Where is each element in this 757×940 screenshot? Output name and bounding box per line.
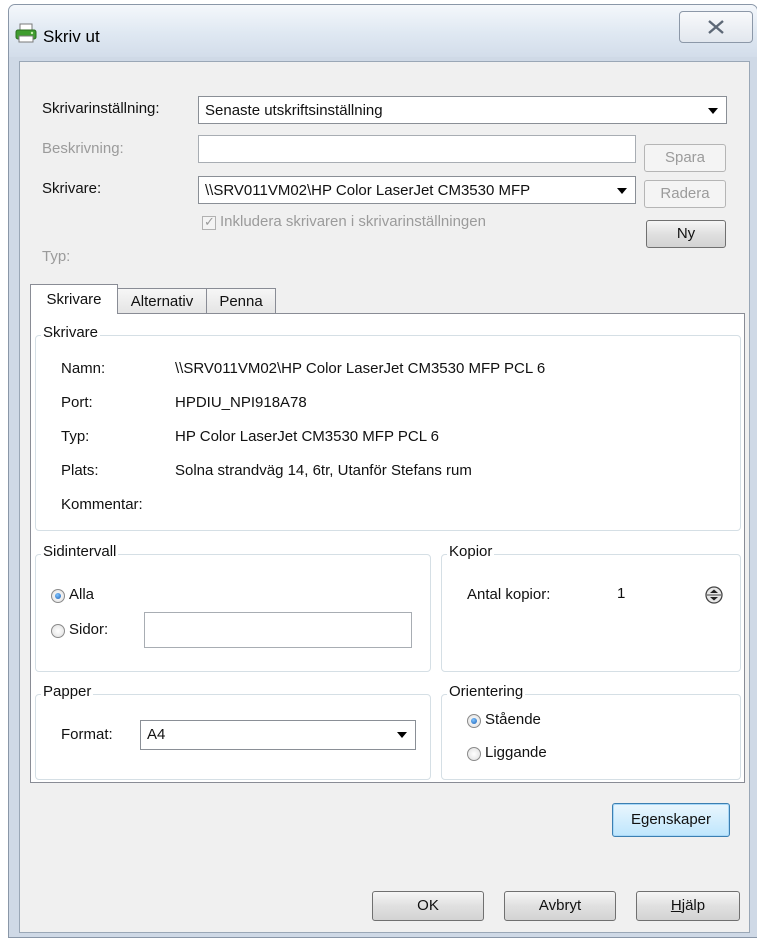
tab-alternativ[interactable]: Alternativ (117, 288, 207, 314)
delete-button[interactable]: Radera (644, 180, 726, 208)
tab-skrivare[interactable]: Skrivare (30, 284, 118, 314)
printer-info-group-title: Skrivare (41, 324, 101, 341)
radio-page-range[interactable] (51, 624, 65, 638)
ok-button-label: OK (417, 897, 439, 914)
chevron-down-icon (708, 108, 718, 114)
close-icon (680, 18, 752, 35)
paper-format-label: Format: (61, 726, 113, 743)
printer-setting-value: Senaste utskriftsinställning (205, 102, 383, 119)
cancel-button[interactable]: Avbryt (504, 891, 616, 921)
new-button[interactable]: Ny (646, 220, 726, 248)
dialog-client-area: Skrivarinställning: Senaste utskriftsins… (19, 61, 750, 933)
printer-name-label: Namn: (61, 360, 106, 377)
portrait-label: Stående (485, 711, 541, 728)
printer-port-label: Port: (61, 394, 93, 411)
close-button[interactable] (679, 11, 753, 43)
paper-format-value: A4 (147, 726, 166, 743)
title-bar[interactable]: Skriv ut (9, 5, 757, 57)
printer-comment-label: Kommentar: (61, 496, 143, 513)
window-title: Skriv ut (43, 27, 100, 46)
printer-name-value: \\SRV011VM02\HP Color LaserJet CM3530 MF… (175, 360, 546, 377)
printer-setting-label: Skrivarinställning: (42, 100, 160, 117)
tab-penna[interactable]: Penna (206, 288, 276, 314)
help-button-label: Hjälp (670, 897, 706, 914)
pages-input[interactable] (144, 612, 412, 648)
spinner-up-down-icon[interactable] (705, 586, 723, 604)
save-button-label: Spara (664, 149, 706, 166)
printer-value: \\SRV011VM02\HP Color LaserJet CM3530 MF… (205, 182, 531, 199)
orientation-title: Orientering (447, 683, 526, 700)
cancel-button-label: Avbryt (538, 897, 582, 914)
pages-label: Sidor: (69, 621, 109, 638)
print-dialog-window: Skriv ut Skrivarinställning: Senaste uts… (8, 4, 757, 938)
printer-dropdown[interactable]: \\SRV011VM02\HP Color LaserJet CM3530 MF… (198, 176, 636, 204)
copies-count-value: 1 (617, 585, 626, 602)
properties-button[interactable]: Egenskaper (612, 803, 730, 837)
save-button[interactable]: Spara (644, 144, 726, 172)
paper-title: Papper (41, 683, 94, 700)
copies-title: Kopior (447, 543, 495, 560)
tab-skrivare-label: Skrivare (46, 291, 102, 308)
delete-button-label: Radera (660, 185, 710, 202)
printer-type-label: Typ: (61, 428, 90, 445)
description-label: Beskrivning: (42, 140, 124, 157)
all-pages-label: Alla (69, 586, 95, 603)
printer-port-value: HPDIU_NPI918A78 (175, 394, 307, 411)
new-button-label: Ny (676, 225, 696, 242)
printer-label: Skrivare: (42, 180, 102, 197)
copies-group (441, 554, 741, 672)
paper-format-dropdown[interactable]: A4 (140, 720, 416, 750)
radio-portrait[interactable] (467, 714, 481, 728)
ok-button[interactable]: OK (372, 891, 484, 921)
properties-button-label: Egenskaper (630, 811, 712, 828)
tab-panel-skrivare: Skrivare Namn: \\SRV011VM02\HP Color Las… (30, 313, 745, 783)
radio-all-pages[interactable] (51, 589, 65, 603)
printer-type-value: HP Color LaserJet CM3530 MFP PCL 6 (175, 428, 440, 445)
chevron-down-icon (617, 188, 627, 194)
printer-location-label: Plats: (61, 462, 99, 479)
copies-spinner[interactable]: 1 (611, 580, 729, 610)
radio-landscape[interactable] (467, 747, 481, 761)
page-range-title: Sidintervall (41, 543, 119, 560)
tab-alternativ-label: Alternativ (130, 293, 194, 310)
include-printer-label: Inkludera skrivaren i skrivarinställning… (220, 213, 486, 230)
tab-penna-label: Penna (219, 293, 263, 310)
printer-icon (15, 23, 37, 43)
printer-setting-dropdown[interactable]: Senaste utskriftsinställning (198, 96, 727, 124)
orientation-group (441, 694, 741, 780)
include-printer-checkbox[interactable] (202, 214, 216, 230)
landscape-label: Liggande (485, 744, 547, 761)
type-label: Typ: (42, 248, 71, 265)
help-button[interactable]: Hjälp (636, 891, 740, 921)
chevron-down-icon (397, 732, 407, 738)
printer-location-value: Solna strandväg 14, 6tr, Utanför Stefans… (175, 462, 472, 479)
description-field[interactable] (198, 135, 636, 163)
copies-count-label: Antal kopior: (467, 586, 551, 603)
